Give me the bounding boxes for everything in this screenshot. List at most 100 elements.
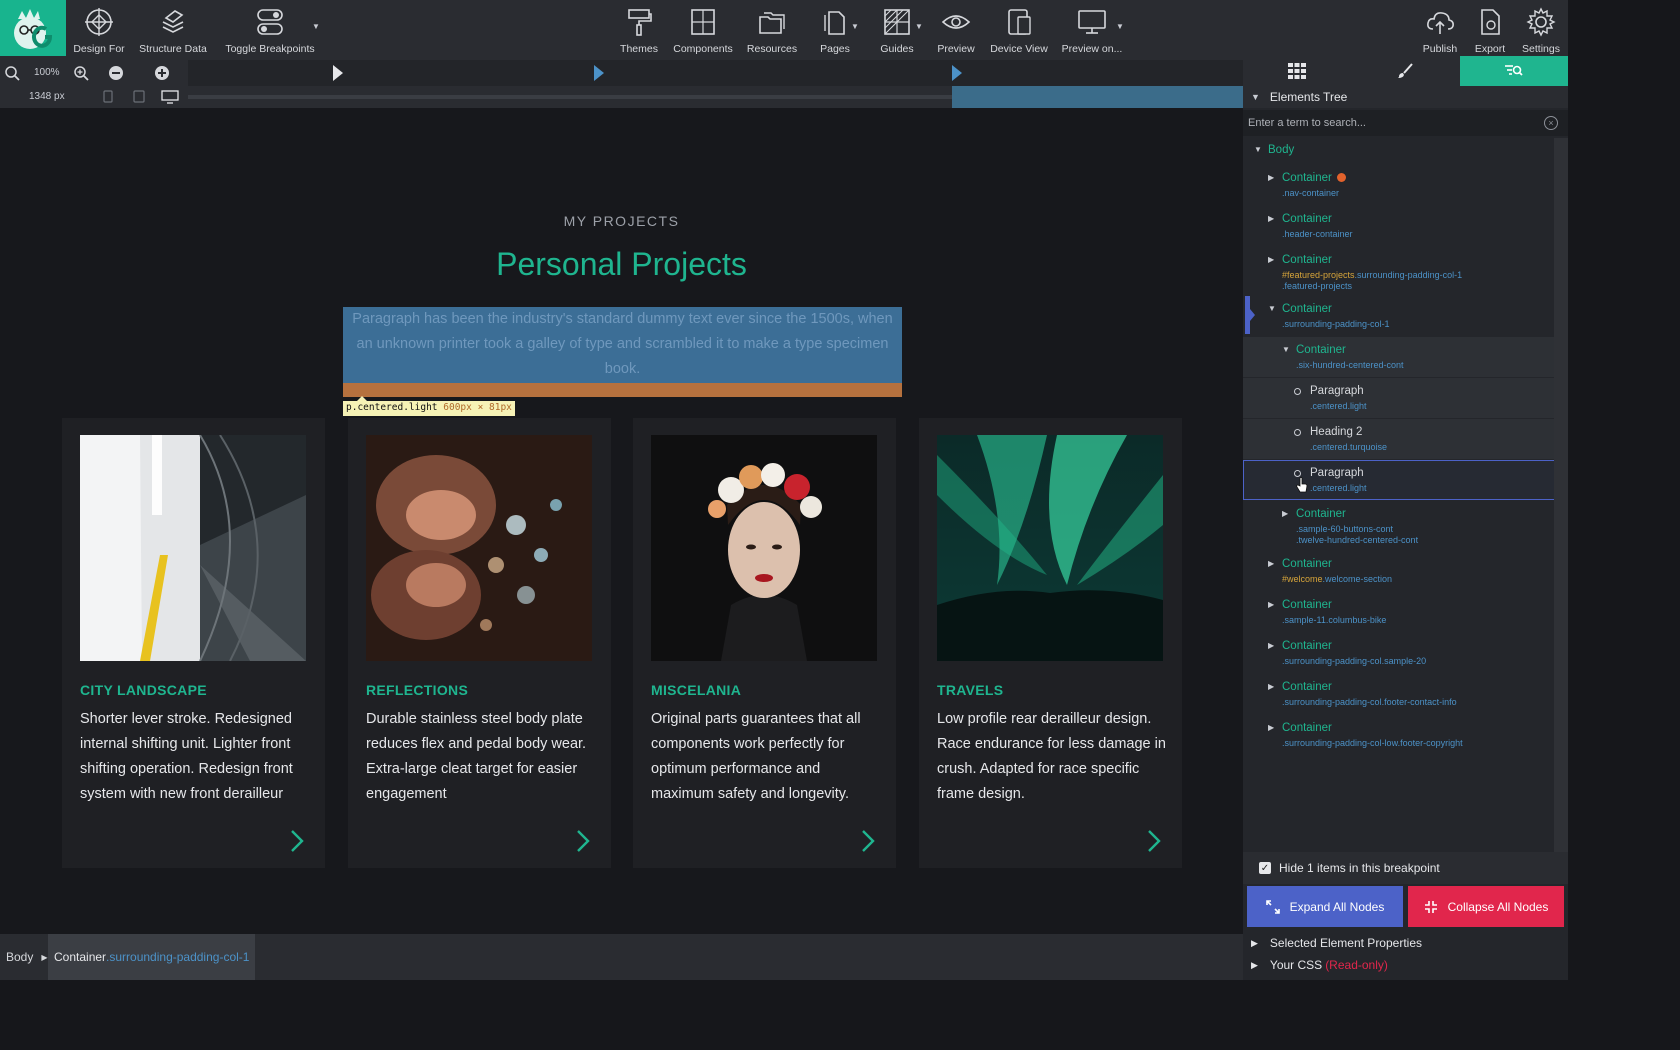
tree-node-selected[interactable]: Paragraph .centered.light: [1243, 460, 1555, 500]
chevron-right-icon[interactable]: [575, 828, 591, 854]
chevron-right-icon[interactable]: [289, 828, 305, 854]
preview-button[interactable]: Preview: [936, 4, 976, 56]
toggle-breakpoints-caret-icon[interactable]: ▼: [312, 22, 320, 31]
tree-node[interactable]: ▼ Container .surrounding-padding-col-1: [1243, 296, 1555, 336]
device-view-button[interactable]: Device View: [990, 4, 1048, 56]
collapse-all-label: Collapse All Nodes: [1447, 899, 1549, 914]
tree-node[interactable]: Paragraph .centered.light: [1243, 378, 1555, 418]
breadcrumb-container[interactable]: Container .surrounding-padding-col-1: [48, 934, 256, 980]
section-heading[interactable]: Personal Projects: [0, 246, 1243, 283]
design-canvas[interactable]: MY PROJECTS Personal Projects Paragraph …: [0, 108, 1243, 934]
design-for-button[interactable]: Design For: [73, 4, 125, 56]
expand-triangle-icon[interactable]: ▶: [1268, 214, 1274, 223]
chevron-right-icon[interactable]: [860, 828, 876, 854]
breakpoint-marker-1[interactable]: [333, 65, 343, 81]
breakpoint-track[interactable]: [188, 60, 1243, 86]
themes-label: Themes: [620, 43, 658, 55]
components-button[interactable]: Components: [673, 4, 733, 56]
selected-element-properties-section[interactable]: ▶ Selected Element Properties: [1243, 932, 1568, 954]
plus-circle-icon[interactable]: [153, 64, 171, 82]
guides-caret-icon[interactable]: ▼: [915, 22, 923, 31]
tree-node[interactable]: ▶ Container .header-container: [1243, 206, 1555, 246]
breadcrumb-body[interactable]: Body ▶: [0, 934, 54, 980]
card-title: TRAVELS: [937, 682, 1004, 698]
pages-caret-icon[interactable]: ▼: [851, 22, 859, 31]
expand-triangle-icon[interactable]: ▶: [1268, 255, 1274, 264]
tree-node[interactable]: ▶ Container .surrounding-padding-col.foo…: [1243, 674, 1555, 714]
project-card[interactable]: REFLECTIONS Durable stainless steel body…: [348, 418, 611, 868]
device-view-label: Device View: [990, 43, 1048, 55]
project-card[interactable]: TRAVELS Low profile rear derailleur desi…: [919, 418, 1182, 868]
clear-search-icon[interactable]: ×: [1544, 116, 1558, 130]
structure-data-button[interactable]: Structure Data: [139, 4, 207, 56]
tree-node-label: Container: [1282, 254, 1332, 266]
expand-triangle-icon[interactable]: ▶: [1268, 723, 1274, 732]
tablet-icon[interactable]: [133, 90, 145, 103]
app-logo[interactable]: [0, 0, 66, 56]
tree-node-body[interactable]: ▼ Body: [1243, 138, 1555, 164]
desktop-icon[interactable]: [161, 90, 179, 104]
settings-button[interactable]: Settings: [1520, 4, 1562, 56]
pages-icon: [824, 11, 845, 35]
expand-triangle-icon[interactable]: ▼: [1282, 345, 1290, 354]
breakpoint-marker-2[interactable]: [594, 65, 604, 81]
selected-paragraph[interactable]: Paragraph has been the industry's standa…: [343, 307, 902, 383]
pages-label: Pages: [820, 43, 850, 55]
publish-button[interactable]: Publish: [1420, 4, 1460, 56]
tab-grid[interactable]: [1243, 56, 1351, 86]
expand-triangle-icon[interactable]: ▼: [1254, 145, 1262, 154]
minus-circle-icon[interactable]: [107, 64, 125, 82]
tree-node[interactable]: ▶ Container #featured-projects.surroundi…: [1243, 247, 1555, 297]
tree-scrollbar[interactable]: [1554, 138, 1568, 852]
expand-all-nodes-button[interactable]: Expand All Nodes: [1247, 886, 1403, 927]
expand-triangle-icon[interactable]: ▶: [1282, 509, 1288, 518]
expand-triangle-icon: ▶: [1251, 959, 1258, 970]
export-button[interactable]: Export: [1472, 4, 1508, 56]
tree-node[interactable]: ▶ Container .sample-60-buttons-cont .twel…: [1243, 501, 1555, 551]
expand-triangle-icon[interactable]: ▶: [1268, 682, 1274, 691]
tab-elements-tree[interactable]: [1460, 56, 1568, 86]
zoom-out-magnifier-icon[interactable]: [3, 64, 21, 82]
breakpoint-marker-3[interactable]: [952, 65, 962, 81]
section-eyebrow[interactable]: MY PROJECTS: [0, 213, 1243, 229]
tree-node[interactable]: ▼ Container .six-hundred-centered-cont: [1243, 337, 1555, 377]
themes-button[interactable]: Themes: [620, 4, 658, 56]
elements-tree-title: Elements Tree: [1269, 90, 1348, 104]
card-text: Low profile rear derailleur design. Race…: [937, 711, 1166, 802]
collapse-triangle-icon: ▼: [1251, 92, 1260, 102]
guides-button[interactable]: Guides: [880, 4, 914, 56]
resources-button[interactable]: Resources: [747, 4, 797, 56]
tree-search-input[interactable]: [1248, 114, 1533, 132]
zoom-in-magnifier-icon[interactable]: [72, 64, 90, 82]
tree-node[interactable]: ▶ Container .sample-11.columbus-bike: [1243, 592, 1555, 632]
preview-on-caret-icon[interactable]: ▼: [1116, 22, 1124, 31]
toggle-breakpoints-button[interactable]: Toggle Breakpoints: [225, 4, 315, 56]
phone-icon[interactable]: [103, 90, 113, 103]
preview-on-button[interactable]: Preview on...: [1062, 4, 1122, 56]
pages-button[interactable]: Pages: [818, 4, 852, 56]
tab-style[interactable]: [1351, 56, 1459, 86]
tree-node[interactable]: ▶ Container .surrounding-padding-col-low…: [1243, 715, 1555, 755]
collapse-all-nodes-button[interactable]: Collapse All Nodes: [1408, 886, 1564, 927]
elements-tree-header[interactable]: ▼ Elements Tree: [1243, 86, 1568, 108]
tree-node[interactable]: ▶ Container .nav-container: [1243, 165, 1555, 205]
breadcrumb-separator-icon: ▶: [41, 952, 48, 962]
selected-props-label: Selected Element Properties: [1269, 936, 1423, 950]
expand-triangle-icon[interactable]: ▶: [1268, 600, 1274, 609]
checkbox-checked-icon[interactable]: ✓: [1259, 862, 1271, 874]
hide-items-toggle[interactable]: ✓ Hide 1 items in this breakpoint: [1243, 852, 1568, 884]
chevron-right-icon[interactable]: [1146, 828, 1162, 854]
expand-triangle-icon[interactable]: ▼: [1268, 304, 1276, 313]
your-css-section[interactable]: ▶ Your CSS (Read-only): [1243, 954, 1568, 976]
project-card[interactable]: MISCELANIA Original parts guarantees tha…: [633, 418, 896, 868]
tree-node[interactable]: Heading 2 .centered.turquoise: [1243, 419, 1555, 459]
tree-node-label: Container: [1282, 599, 1332, 611]
expand-triangle-icon[interactable]: ▶: [1268, 173, 1274, 182]
tree-node[interactable]: ▶ Container .surrounding-padding-col.sam…: [1243, 633, 1555, 673]
tree-node[interactable]: ▶ Container #welcome.welcome-section: [1243, 551, 1555, 591]
expand-triangle-icon[interactable]: ▶: [1268, 641, 1274, 650]
expand-triangle-icon[interactable]: ▶: [1268, 559, 1274, 568]
project-card[interactable]: CITY LANDSCAPE Shorter lever stroke. Red…: [62, 418, 325, 868]
tree-node-label: Paragraph: [1310, 467, 1364, 479]
width-slider-range[interactable]: [952, 86, 1243, 108]
